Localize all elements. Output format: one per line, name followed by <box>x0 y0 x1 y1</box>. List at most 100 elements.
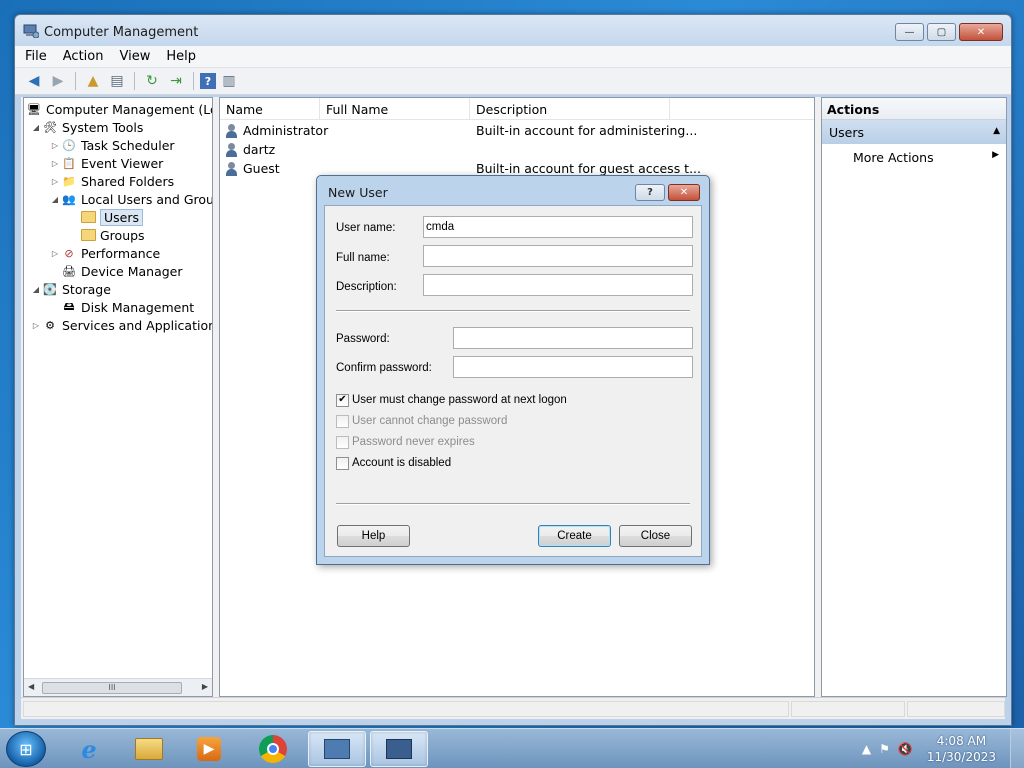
list-item[interactable]: Administrator Built-in account for admin… <box>224 121 697 140</box>
more-actions-item[interactable]: More Actions ▶ <box>822 144 1006 168</box>
close-dialog-button[interactable]: Close <box>619 525 692 547</box>
up-folder-icon[interactable]: ▲ <box>82 71 104 91</box>
status-pane-secondary <box>791 701 905 717</box>
collapse-up-icon[interactable]: ▲ <box>993 126 1000 136</box>
confirm-password-field[interactable] <box>453 356 693 378</box>
minimize-button[interactable]: — <box>895 23 924 41</box>
volume-muted-icon[interactable]: 🔇 <box>898 742 913 756</box>
tree-item-storage[interactable]: ◢ 💽 Storage <box>30 280 111 298</box>
column-header-full-name[interactable]: Full Name <box>320 98 470 120</box>
show-hide-tree-icon[interactable]: ▤ <box>106 71 128 91</box>
collapse-arrow-icon[interactable]: ◢ <box>49 195 61 204</box>
forward-icon[interactable]: ▶ <box>47 71 69 91</box>
media-player-icon[interactable]: ▶ <box>180 731 238 767</box>
computer-management-icon: 🖥 <box>27 102 41 116</box>
description-label: Description: <box>336 281 397 293</box>
menu-action[interactable]: Action <box>53 46 110 64</box>
system-tools-icon: 🛠 <box>43 120 57 134</box>
must-change-password-checkbox[interactable]: ✔ User must change password at next logo… <box>336 392 567 408</box>
windows-explorer-icon[interactable] <box>120 731 178 767</box>
create-button[interactable]: Create <box>538 525 611 547</box>
expand-arrow-icon[interactable]: ▷ <box>49 177 61 186</box>
menu-view[interactable]: View <box>109 46 156 64</box>
back-icon[interactable]: ◀ <box>23 71 45 91</box>
show-desktop-button[interactable] <box>1010 729 1024 768</box>
tree-item-event-viewer[interactable]: ▷ 📋 Event Viewer <box>49 154 163 172</box>
tree-item-computer-management[interactable]: 🖥 Computer Management (Local <box>26 100 212 118</box>
actions-title: Actions <box>822 98 1006 120</box>
tree-item-users[interactable]: Users <box>80 208 144 226</box>
event-viewer-icon: 📋 <box>62 156 76 170</box>
network-icon[interactable] <box>370 731 428 767</box>
divider <box>336 310 690 312</box>
new-user-dialog: New User ? ✕ User name: Full name: Descr… <box>316 175 710 565</box>
show-hidden-icons-icon[interactable]: ▲ <box>862 742 871 756</box>
password-label: Password: <box>336 333 390 345</box>
column-header-description[interactable]: Description <box>470 98 670 120</box>
expand-arrow-icon[interactable]: ▷ <box>30 321 42 330</box>
menu-file[interactable]: File <box>15 46 53 64</box>
internet-explorer-icon[interactable]: e <box>60 731 118 767</box>
scroll-left-icon[interactable]: ◀ <box>28 682 34 691</box>
show-hide-action-pane-icon[interactable]: ▥ <box>218 71 240 91</box>
column-header-name[interactable]: Name <box>220 98 320 120</box>
maximize-button[interactable]: ▢ <box>927 23 956 41</box>
window-title: Computer Management <box>44 25 199 40</box>
export-list-icon[interactable]: ⇥ <box>165 71 187 91</box>
tree-horizontal-scrollbar[interactable]: ◀ III ▶ <box>24 678 212 696</box>
tree-item-shared-folders[interactable]: ▷ 📁 Shared Folders <box>49 172 174 190</box>
password-field[interactable] <box>453 327 693 349</box>
console-tree: 🖥 Computer Management (Local ◢ 🛠 System … <box>23 97 213 697</box>
refresh-icon[interactable]: ↻ <box>141 71 163 91</box>
checkbox-unchecked-icon <box>336 435 349 449</box>
tree-item-disk-management[interactable]: 🖴 Disk Management <box>61 298 194 316</box>
user-icon <box>224 123 240 139</box>
title-bar[interactable]: Computer Management — ▢ ✕ <box>15 15 1011 49</box>
tree-item-system-tools[interactable]: ◢ 🛠 System Tools <box>30 118 143 136</box>
password-never-expires-checkbox: Password never expires <box>336 434 475 450</box>
tree-item-local-users-and-groups[interactable]: ◢ 👥 Local Users and Groups <box>49 190 212 208</box>
help-button[interactable]: Help <box>337 525 410 547</box>
actions-section-users[interactable]: Users ▲ <box>822 120 1006 144</box>
full-name-field[interactable] <box>423 245 693 267</box>
action-center-icon[interactable]: ⚑ <box>879 742 890 756</box>
folder-icon <box>80 209 96 225</box>
expand-arrow-icon[interactable]: ▷ <box>49 159 61 168</box>
checkbox-checked-icon[interactable]: ✔ <box>336 393 349 407</box>
users-groups-icon: 👥 <box>62 192 76 206</box>
dialog-close-x-button[interactable]: ✕ <box>668 184 700 201</box>
confirm-password-label: Confirm password: <box>336 362 432 374</box>
folder-icon <box>80 227 96 243</box>
user-name-field[interactable] <box>423 216 693 238</box>
chrome-icon[interactable] <box>244 731 302 767</box>
computer-management-icon[interactable] <box>308 731 366 767</box>
tree-item-performance[interactable]: ▷ ⊘ Performance <box>49 244 160 262</box>
clock[interactable]: 4:08 AM 11/30/2023 <box>927 733 996 765</box>
scroll-right-icon[interactable]: ▶ <box>202 682 208 691</box>
tree-item-task-scheduler[interactable]: ▷ 🕒 Task Scheduler <box>49 136 175 154</box>
collapse-arrow-icon[interactable]: ◢ <box>30 285 42 294</box>
help-icon[interactable]: ? <box>200 73 216 89</box>
collapse-arrow-icon[interactable]: ◢ <box>30 123 42 132</box>
start-button[interactable]: ⊞ <box>6 731 46 767</box>
expand-arrow-icon[interactable]: ▷ <box>49 141 61 150</box>
disk-icon: 🖴 <box>63 299 75 313</box>
status-bar <box>21 697 1005 719</box>
tree-item-services-and-applications[interactable]: ▷ ⚙ Services and Applications <box>30 316 212 334</box>
close-button[interactable]: ✕ <box>959 23 1003 41</box>
computer-management-icon <box>23 24 39 38</box>
tree-item-device-manager[interactable]: 🖨 Device Manager <box>61 262 183 280</box>
dialog-help-button[interactable]: ? <box>635 184 665 201</box>
checkbox-unchecked-icon[interactable] <box>336 456 349 470</box>
description-field[interactable] <box>423 274 693 296</box>
user-icon <box>224 142 240 158</box>
submenu-arrow-icon: ▶ <box>992 150 999 160</box>
menu-help[interactable]: Help <box>156 46 202 64</box>
expand-arrow-icon[interactable]: ▷ <box>49 249 61 258</box>
list-item[interactable]: dartz <box>224 140 476 159</box>
tree-item-groups[interactable]: Groups <box>80 226 145 244</box>
clock-time: 4:08 AM <box>936 734 987 748</box>
scroll-thumb[interactable]: III <box>42 682 182 694</box>
account-disabled-checkbox[interactable]: Account is disabled <box>336 455 451 471</box>
actions-pane: Actions Users ▲ More Actions ▶ <box>821 97 1007 697</box>
